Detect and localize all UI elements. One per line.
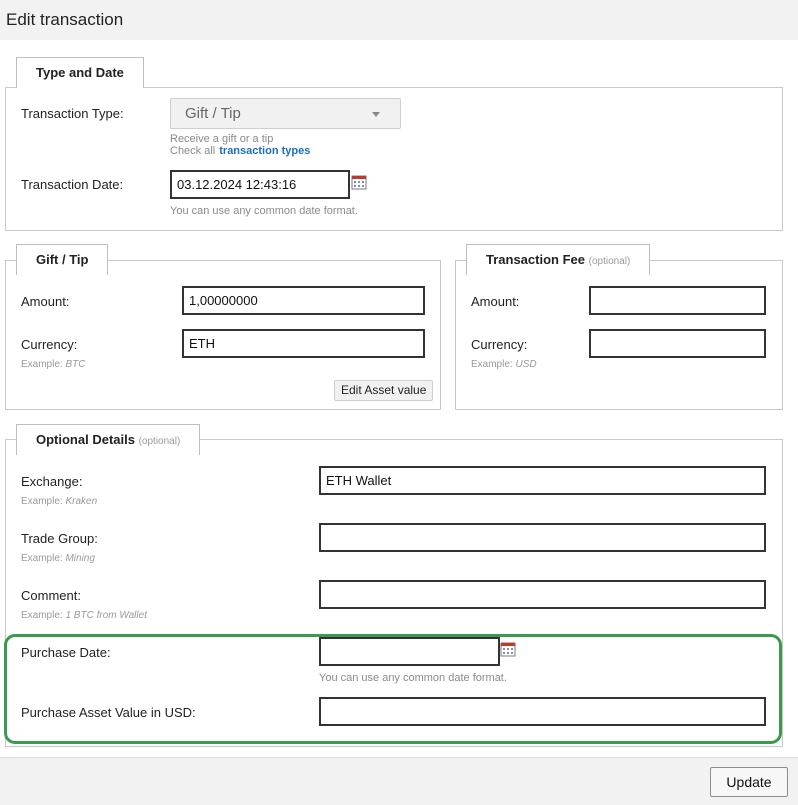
transaction-type-select[interactable]: Gift / Tip <box>170 98 401 129</box>
transaction-date-input[interactable] <box>170 170 350 199</box>
trade-group-example: Example: Mining <box>21 553 95 564</box>
gift-currency-label: Currency: <box>21 337 78 352</box>
purchase-date-input[interactable] <box>319 637 500 666</box>
transaction-type-hint-text: Receive a gift or a tip <box>170 133 274 145</box>
check-all-text: Check all <box>170 145 216 157</box>
fee-amount-input[interactable] <box>589 286 766 315</box>
comment-example-value: 1 BTC from Wallet <box>65 610 147 621</box>
fee-currency-example-value: USD <box>515 359 537 370</box>
fee-currency-example: Example: USD <box>471 359 537 370</box>
type-and-date-legend-text: Type and Date <box>36 65 124 80</box>
fee-amount-label: Amount: <box>471 294 520 309</box>
gift-currency-example-value: BTC <box>65 359 86 370</box>
transaction-type-hint: Receive a gift or a tip Check all transac… <box>170 133 310 157</box>
fee-currency-input[interactable] <box>589 329 766 358</box>
optional-details-optional-text: (optional) <box>138 436 181 447</box>
transaction-fee-legend-text: Transaction Fee <box>486 252 585 267</box>
exchange-label: Exchange: <box>21 474 83 489</box>
transaction-fee-optional-text: (optional) <box>588 256 631 267</box>
trade-group-label: Trade Group: <box>21 531 98 546</box>
optional-details-legend: Optional Details (optional) <box>16 424 201 455</box>
gift-amount-input[interactable] <box>182 286 425 315</box>
fee-currency-example-prefix: Example: <box>471 359 513 370</box>
comment-example: Example: 1 BTC from Wallet <box>21 610 147 621</box>
calendar-icon[interactable] <box>500 641 516 657</box>
optional-details-legend-text: Optional Details <box>36 432 135 447</box>
transaction-date-hint: You can use any common date format. <box>170 205 358 217</box>
gift-amount-label: Amount: <box>21 294 70 309</box>
gift-currency-example-prefix: Example: <box>21 359 63 370</box>
window-title: Edit transaction <box>6 10 124 29</box>
trade-group-input[interactable] <box>319 523 766 552</box>
transaction-types-link[interactable]: transaction types <box>219 145 310 157</box>
transaction-fee-legend: Transaction Fee (optional) <box>466 244 651 275</box>
chevron-down-icon <box>372 112 380 117</box>
transaction-type-label: Transaction Type: <box>21 106 124 121</box>
exchange-example: Example: Kraken <box>21 496 97 507</box>
comment-label: Comment: <box>21 588 81 603</box>
exchange-input[interactable] <box>319 466 766 495</box>
exchange-example-prefix: Example: <box>21 496 63 507</box>
fee-currency-label: Currency: <box>471 337 528 352</box>
purchase-date-hint: You can use any common date format. <box>319 672 507 684</box>
calendar-icon[interactable] <box>351 174 367 190</box>
purchase-date-label: Purchase Date: <box>21 645 111 660</box>
transaction-type-value: Gift / Tip <box>185 105 241 122</box>
purchase-value-label: Purchase Asset Value in USD: <box>21 705 196 720</box>
transaction-date-label: Transaction Date: <box>21 177 124 192</box>
update-button[interactable]: Update <box>710 767 788 797</box>
dialog-footer <box>0 757 798 805</box>
gift-tip-legend: Gift / Tip <box>16 244 109 275</box>
comment-example-prefix: Example: <box>21 610 63 621</box>
gift-currency-example: Example: BTC <box>21 359 85 370</box>
comment-input[interactable] <box>319 580 766 609</box>
gift-currency-input[interactable] <box>182 329 425 358</box>
type-and-date-legend: Type and Date <box>16 57 144 88</box>
purchase-value-input[interactable] <box>319 697 766 726</box>
edit-asset-value-button[interactable]: Edit Asset value <box>334 380 434 401</box>
dialog-content: Type and Date Transaction Type: Gift / T… <box>0 40 798 757</box>
gift-tip-legend-text: Gift / Tip <box>36 252 89 267</box>
trade-group-example-value: Mining <box>65 553 95 564</box>
exchange-example-value: Kraken <box>65 496 98 507</box>
title-bar: Edit transaction <box>0 0 798 40</box>
trade-group-example-prefix: Example: <box>21 553 63 564</box>
